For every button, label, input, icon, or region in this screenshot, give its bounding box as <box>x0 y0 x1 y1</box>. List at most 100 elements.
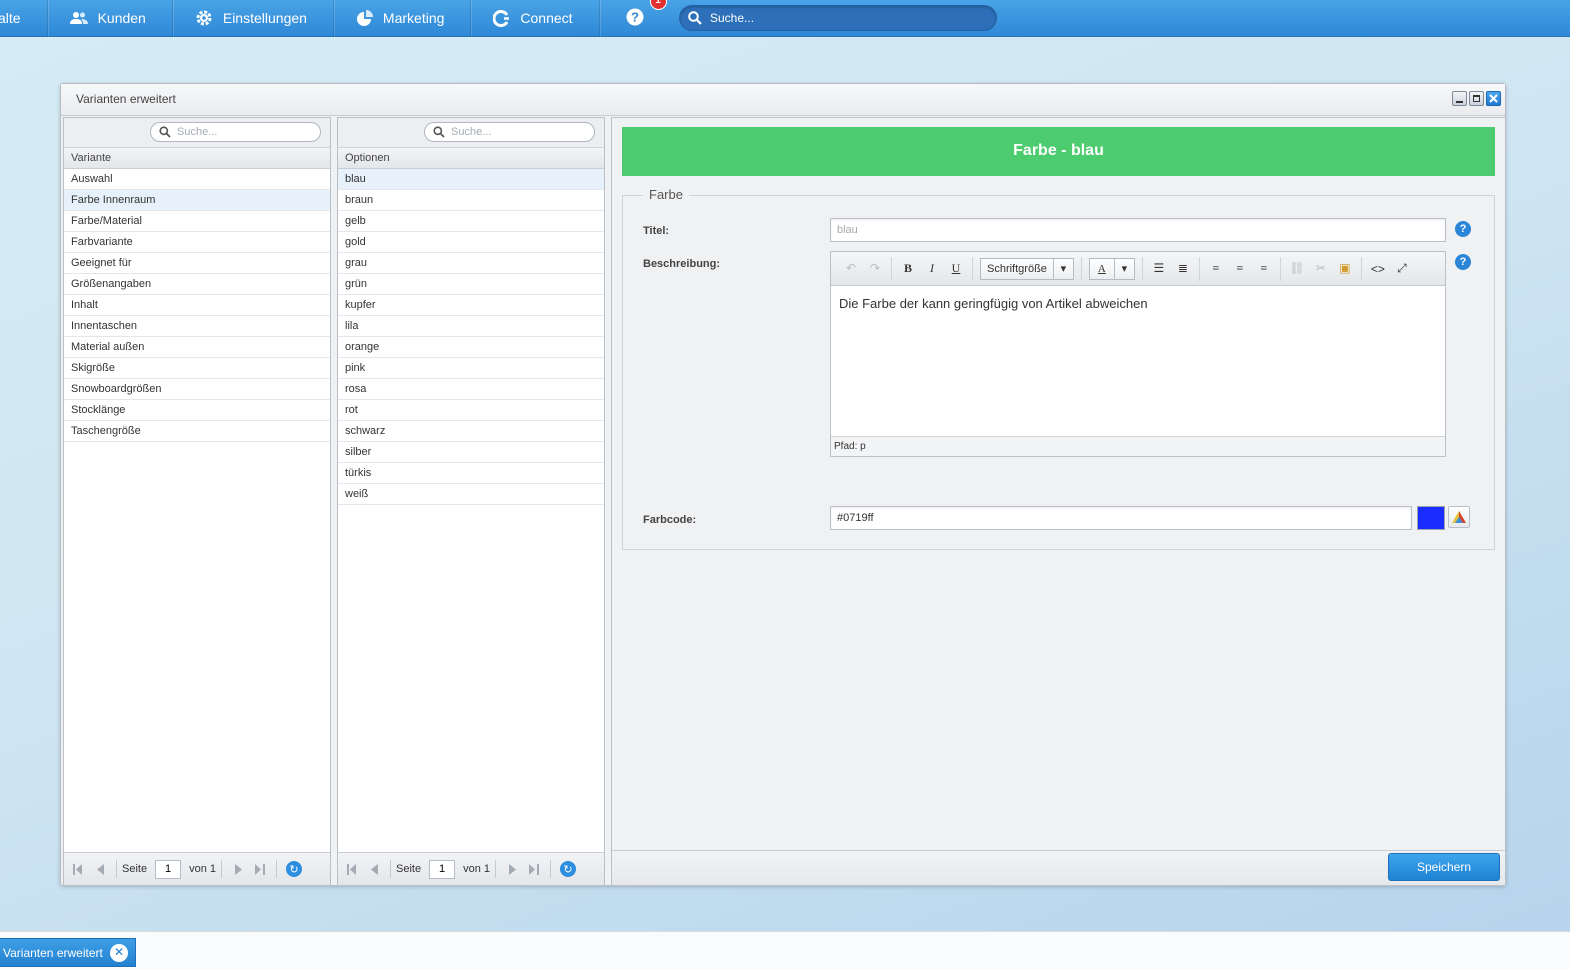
options-search-bar <box>338 118 604 148</box>
table-row[interactable]: Farbvariante <box>64 232 330 253</box>
table-row[interactable]: grau <box>338 253 604 274</box>
description-editor: ↶ ↷ B I U Schriftgröße ▾ A ▾ ☰ ≣ ≡ ≡ ≡ ⛓… <box>830 251 1446 457</box>
align-left-button[interactable]: ≡ <box>1204 258 1228 280</box>
nav-item-marketing[interactable]: Marketing <box>334 0 472 37</box>
nav-item-inhalte[interactable]: alte <box>0 0 48 37</box>
bold-button[interactable]: B <box>896 258 920 280</box>
nav-item-connect[interactable]: Connect <box>471 0 600 37</box>
table-row[interactable]: Skigröße <box>64 358 330 379</box>
table-row[interactable]: pink <box>338 358 604 379</box>
page-label: Seite <box>122 863 148 875</box>
nav-item-kunden[interactable]: Kunden <box>48 0 173 37</box>
next-page-icon <box>234 863 242 875</box>
variants-search[interactable] <box>150 122 321 142</box>
nav-item-label: alte <box>0 10 21 26</box>
page-input[interactable] <box>155 859 182 879</box>
view-group: <> ⤢ <box>1362 257 1418 281</box>
save-button[interactable]: Speichern <box>1388 853 1500 881</box>
table-row[interactable]: schwarz <box>338 421 604 442</box>
table-row[interactable]: Snowboardgrößen <box>64 379 330 400</box>
title-input[interactable] <box>830 218 1446 242</box>
description-help-icon[interactable]: ? <box>1455 254 1471 270</box>
table-row[interactable]: weiß <box>338 484 604 505</box>
help-button[interactable]: ? 1 <box>626 0 667 28</box>
color-swatch[interactable] <box>1417 506 1445 530</box>
table-row[interactable]: Größenangaben <box>64 274 330 295</box>
next-page-button[interactable] <box>501 859 523 879</box>
next-page-button[interactable] <box>227 859 249 879</box>
table-row[interactable]: Innentaschen <box>64 316 330 337</box>
italic-button[interactable]: I <box>920 258 944 280</box>
media-button[interactable]: ▣ <box>1333 258 1357 280</box>
source-code-button[interactable]: <> <box>1366 258 1390 280</box>
first-page-icon <box>73 863 82 875</box>
bold-icon: B <box>903 261 912 275</box>
unlink-button[interactable]: ✂ <box>1309 258 1333 280</box>
redo-button[interactable]: ↷ <box>863 258 887 280</box>
prev-page-button[interactable] <box>363 859 385 879</box>
first-page-button[interactable] <box>341 859 363 879</box>
table-row[interactable]: Farbe/Material <box>64 211 330 232</box>
table-row[interactable]: Taschengröße <box>64 421 330 442</box>
editor-content[interactable]: Die Farbe der kann geringfügig von Artik… <box>831 286 1445 436</box>
table-row[interactable]: türkis <box>338 463 604 484</box>
chevron-down-icon: ▾ <box>1052 258 1073 279</box>
table-row[interactable]: Auswahl <box>64 169 330 190</box>
undo-button[interactable]: ↶ <box>839 258 863 280</box>
color-code-input[interactable] <box>830 506 1412 530</box>
close-button[interactable] <box>1486 91 1501 106</box>
nav-item-einstellungen[interactable]: Einstellungen <box>173 0 334 37</box>
link-button[interactable]: ⛓ <box>1285 258 1309 280</box>
minimize-button[interactable] <box>1452 91 1467 106</box>
pie-chart-icon <box>356 9 373 26</box>
table-row[interactable]: Geeignet für <box>64 253 330 274</box>
table-row[interactable]: silber <box>338 442 604 463</box>
page-input[interactable] <box>429 859 456 879</box>
refresh-button[interactable]: ↻ <box>560 861 576 877</box>
text-color-select[interactable]: A ▾ <box>1088 257 1135 280</box>
table-row[interactable]: Inhalt <box>64 295 330 316</box>
first-page-button[interactable] <box>67 859 89 879</box>
align-left-icon: ≡ <box>1212 261 1220 275</box>
variants-search-input[interactable] <box>177 126 307 138</box>
table-row[interactable]: rot <box>338 400 604 421</box>
table-row[interactable]: blau <box>338 169 604 190</box>
align-right-button[interactable]: ≡ <box>1252 258 1276 280</box>
maximize-button[interactable] <box>1469 91 1484 106</box>
table-row[interactable]: Stocklänge <box>64 400 330 421</box>
table-row[interactable]: Material außen <box>64 337 330 358</box>
table-row[interactable]: rosa <box>338 379 604 400</box>
last-page-button[interactable] <box>249 859 271 879</box>
align-center-button[interactable]: ≡ <box>1228 258 1252 280</box>
prev-page-button[interactable] <box>89 859 111 879</box>
table-row[interactable]: gold <box>338 232 604 253</box>
table-row[interactable]: lila <box>338 316 604 337</box>
title-help-icon[interactable]: ? <box>1455 221 1471 237</box>
table-row[interactable]: gelb <box>338 211 604 232</box>
last-page-button[interactable] <box>523 859 545 879</box>
underline-button[interactable]: U <box>944 258 968 280</box>
fullscreen-button[interactable]: ⤢ <box>1390 258 1414 280</box>
options-search-input[interactable] <box>451 126 581 138</box>
pager-divider <box>550 860 551 878</box>
table-row[interactable]: grün <box>338 274 604 295</box>
taskbar-item-varianten[interactable]: Varianten erweitert ✕ <box>0 938 136 967</box>
global-search-input[interactable] <box>710 11 980 25</box>
table-row[interactable]: braun <box>338 190 604 211</box>
first-page-icon <box>347 863 356 875</box>
numbered-list-button[interactable]: ≣ <box>1171 258 1195 280</box>
bullet-list-button[interactable]: ☰ <box>1147 258 1171 280</box>
column-header-variante[interactable]: Variante <box>64 148 330 169</box>
pager-divider <box>116 860 117 878</box>
refresh-button[interactable]: ↻ <box>286 861 302 877</box>
align-group: ≡ ≡ ≡ <box>1200 256 1281 281</box>
table-row[interactable]: kupfer <box>338 295 604 316</box>
font-size-select[interactable]: Schriftgröße ▾ <box>980 257 1074 280</box>
column-header-optionen[interactable]: Optionen <box>338 148 604 169</box>
close-icon[interactable]: ✕ <box>110 944 128 962</box>
color-picker-button[interactable] <box>1448 506 1470 528</box>
table-row[interactable]: Farbe Innenraum <box>64 190 330 211</box>
global-search[interactable] <box>679 5 997 31</box>
options-search[interactable] <box>424 122 595 142</box>
table-row[interactable]: orange <box>338 337 604 358</box>
